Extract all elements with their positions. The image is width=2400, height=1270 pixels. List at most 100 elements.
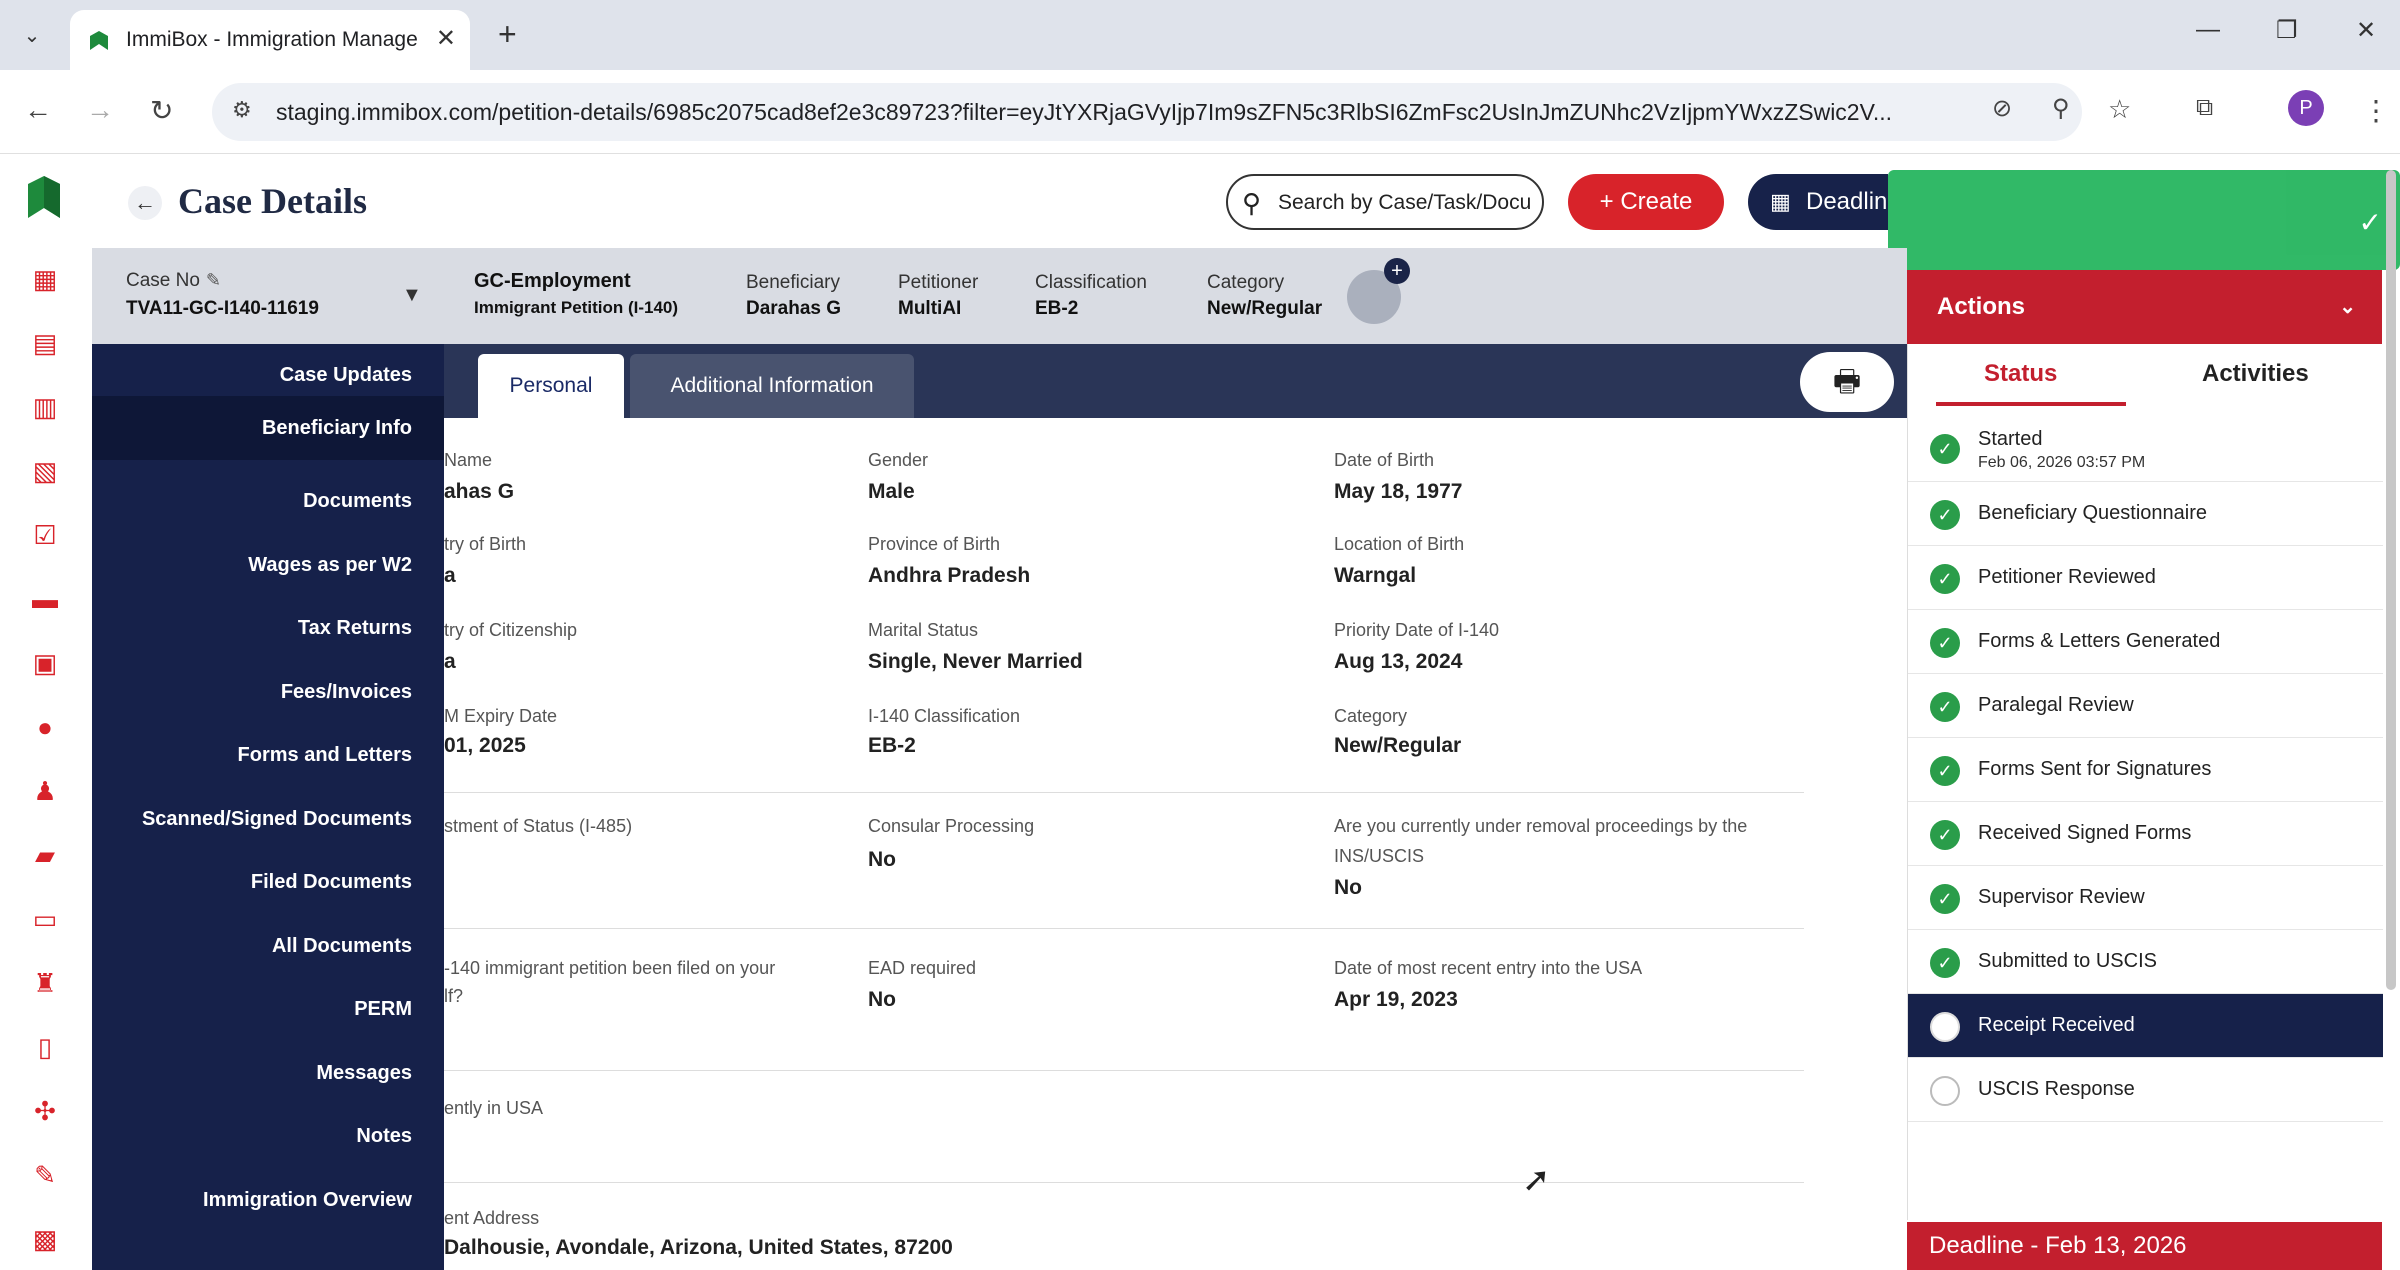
case-dropdown-icon[interactable]: ▼: [402, 284, 422, 307]
gender-label: Gender: [868, 450, 929, 470]
nav-fees-invoices[interactable]: Fees/Invoices: [281, 681, 412, 704]
check-circle-icon: ✓: [1930, 948, 1960, 978]
minimize-icon[interactable]: —: [2196, 16, 2220, 44]
dashboard-icon[interactable]: ▦: [30, 264, 60, 294]
nav-filed-documents[interactable]: Filed Documents: [251, 871, 412, 894]
documents-icon[interactable]: ▧: [30, 456, 60, 486]
back-icon[interactable]: ←: [24, 94, 52, 126]
immibox-logo-icon[interactable]: [24, 174, 64, 222]
immibox-favicon-icon: [90, 31, 108, 50]
marital-status-label: Marital Status: [868, 620, 979, 640]
status-step: ✓ Petitioner Reviewed: [1908, 546, 2383, 610]
clipboard-icon[interactable]: ▣: [30, 648, 60, 678]
step-label: Beneficiary Questionnaire: [1978, 502, 2208, 524]
zoom-icon[interactable]: ⚲: [2052, 94, 2070, 123]
deadlines-button[interactable]: ▦ Deadlin: [1748, 174, 1888, 230]
tab-search-dropdown-icon[interactable]: ⌄: [14, 18, 50, 54]
petitioner-label: Petitioner: [898, 272, 979, 293]
status-panel: Status Activities ✓ Started Feb 06, 2026…: [1907, 344, 2383, 1220]
extensions-icon[interactable]: ⧉: [2196, 94, 2213, 122]
folder-icon[interactable]: ▰: [30, 840, 60, 870]
profile-avatar[interactable]: P: [2288, 90, 2324, 126]
nav-beneficiary-info[interactable]: Beneficiary Info: [92, 396, 444, 460]
cases-icon[interactable]: ▤: [30, 328, 60, 358]
category-field-value: New/Regular: [1334, 734, 1462, 757]
status-step-current[interactable]: Receipt Received: [1908, 994, 2383, 1058]
recent-entry-label: Date of most recent entry into the USA: [1334, 958, 1643, 978]
actions-header[interactable]: Actions ⌄: [1907, 270, 2382, 344]
i140-classification-label: I-140 Classification: [868, 706, 1021, 726]
restore-icon[interactable]: ❐: [2276, 16, 2298, 45]
nav-immigration-overview[interactable]: Immigration Overview: [203, 1189, 412, 1212]
address-bar[interactable]: ⚙ staging.immibox.com/petition-details/6…: [212, 83, 2082, 141]
category-value: New/Regular: [1207, 298, 1323, 319]
contacts-icon[interactable]: ♟: [30, 776, 60, 806]
tab-title: ImmiBox - Immigration Manage: [126, 28, 418, 51]
site-settings-icon[interactable]: ⚙: [232, 97, 252, 123]
messages-icon[interactable]: ▬: [30, 584, 60, 614]
content-tabs-bar: Personal Additional Information: [444, 344, 1907, 418]
camera-blocked-icon[interactable]: ⊘: [1992, 94, 2012, 123]
check-icon[interactable]: ✓: [2359, 206, 2382, 239]
reports-icon[interactable]: ▥: [30, 392, 60, 422]
personal-details-panel: Name ahas G Gender Male Date of Birth Ma…: [444, 418, 1907, 1270]
page-scrollbar[interactable]: [2386, 170, 2396, 990]
search-placeholder: Search by Case/Task/Docu: [1278, 191, 1532, 214]
nav-wages-w2[interactable]: Wages as per W2: [248, 554, 412, 577]
category-field-label: Category: [1334, 706, 1408, 726]
tab-close-icon[interactable]: ✕: [436, 24, 456, 53]
window-close-icon[interactable]: ✕: [2356, 16, 2376, 45]
ledger-icon[interactable]: ▯: [30, 1032, 60, 1062]
edit-doc-icon[interactable]: ✎: [30, 1160, 60, 1190]
groups-icon[interactable]: ✣: [30, 1096, 60, 1126]
success-toast: ✓: [1888, 170, 2400, 270]
printer-icon: 🖶: [1832, 365, 1862, 398]
browser-tab[interactable]: ImmiBox - Immigration Manage ✕: [70, 10, 470, 70]
status-step-pending[interactable]: USCIS Response: [1908, 1058, 2383, 1122]
ead-required-value: No: [868, 988, 896, 1011]
removal-proceedings-value: No: [1334, 876, 1362, 899]
nav-messages[interactable]: Messages: [316, 1062, 412, 1085]
tasks-icon[interactable]: ☑: [30, 520, 60, 550]
nav-case-updates[interactable]: Case Updates: [280, 364, 412, 387]
tab-activities[interactable]: Activities: [2202, 360, 2309, 388]
chevron-down-icon[interactable]: ⌄: [2339, 270, 2356, 344]
browser-tabstrip: ⌄ ImmiBox - Immigration Manage ✕ + — ❐ ✕: [0, 0, 2400, 70]
browser-menu-icon[interactable]: ⋮: [2362, 94, 2390, 127]
nav-perm[interactable]: PERM: [354, 998, 412, 1021]
calendar-icon[interactable]: ▩: [30, 1224, 60, 1254]
check-circle-icon: ✓: [1930, 500, 1960, 530]
add-assignee-icon[interactable]: +: [1384, 258, 1410, 284]
ead-required-label: EAD required: [868, 958, 977, 978]
tab-additional-information[interactable]: Additional Information: [630, 354, 914, 418]
user-icon[interactable]: ●: [30, 712, 60, 742]
mouse-cursor-icon: ➚: [1522, 1161, 1551, 1199]
notes-icon[interactable]: ▭: [30, 904, 60, 934]
step-label: Supervisor Review: [1978, 886, 2145, 908]
reload-icon[interactable]: ↻: [150, 94, 173, 127]
current-address-label: ent Address: [444, 1208, 540, 1228]
nav-scanned-signed-documents[interactable]: Scanned/Signed Documents: [142, 808, 412, 831]
check-circle-icon: ✓: [1930, 756, 1960, 786]
team-icon[interactable]: ♜: [30, 968, 60, 998]
nav-documents[interactable]: Documents: [303, 490, 412, 513]
nav-tax-returns[interactable]: Tax Returns: [298, 617, 412, 640]
nav-forms-letters[interactable]: Forms and Letters: [238, 744, 412, 767]
bookmark-star-icon[interactable]: ☆: [2108, 94, 2131, 125]
new-tab-button[interactable]: +: [498, 16, 517, 53]
section-divider: [444, 792, 1804, 793]
deadlines-label: Deadlin: [1806, 188, 1888, 215]
global-search-input[interactable]: ⚲ Search by Case/Task/Docu: [1226, 174, 1544, 230]
nav-all-documents[interactable]: All Documents: [272, 935, 412, 958]
tab-personal[interactable]: Personal: [478, 354, 624, 418]
page-back-button[interactable]: ←: [128, 186, 162, 220]
marital-status-value: Single, Never Married: [868, 650, 1083, 673]
adjustment-of-status-label: stment of Status (I-485): [444, 816, 633, 836]
classification-value: EB-2: [1035, 298, 1079, 319]
forward-icon[interactable]: →: [86, 94, 114, 126]
create-button[interactable]: + Create: [1568, 174, 1724, 230]
print-button[interactable]: 🖶: [1800, 352, 1894, 412]
pencil-icon[interactable]: ✎: [206, 270, 221, 290]
tab-status[interactable]: Status: [1984, 360, 2057, 388]
nav-notes[interactable]: Notes: [356, 1125, 412, 1148]
